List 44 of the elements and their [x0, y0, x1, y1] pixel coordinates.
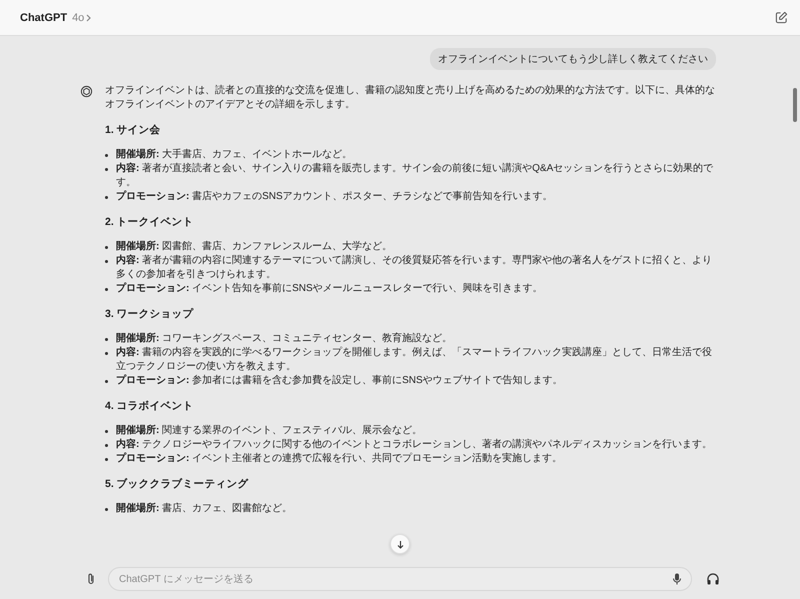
- bullet-icon: [105, 338, 108, 341]
- app-title: ChatGPT: [20, 12, 68, 24]
- bullet-text: プロモーション: イベント主催者との連携で広報を行い、共同でプロモーション活動を実施します。: [116, 452, 562, 466]
- bullet-icon: [105, 508, 108, 511]
- bullet-text: 開催場所: コワーキングスペース、コミュニティセンター、教育施設など。: [116, 332, 452, 346]
- bullet-text: 内容: 著者が書籍の内容に関連するテーマについて講演し、その後質疑応答を行います。専門家や他の著名人をゲストに招くと、より多くの参加者を引きつけられます。: [116, 254, 714, 282]
- bullet-icon: [105, 246, 108, 249]
- bullet-text: 内容: テクノロジーやライフハックに関する他のイベントとコラボレーションし、著者の講演やパネルディスカッションを行います。: [116, 438, 712, 452]
- bullet-text: プロモーション: イベント告知を事前にSNSやメールニュースレターで行い、興味を引きます。: [116, 282, 543, 296]
- bullet-text: 内容: 書籍の内容を実践的に学べるワークショップを開催します。例えば、「スマートライフハック実践講座」として、日常生活で役立つテクノロジーの使い方を教えます。: [116, 346, 714, 374]
- section-heading: 1. サイン会: [105, 123, 162, 137]
- bullet-text: プロモーション: 参加者には書籍を含む参加費を設定し、事前にSNSやウェブサイトで告知します。: [116, 374, 563, 388]
- section-heading: 3. ワークショップ: [105, 307, 195, 321]
- bullet-icon: [105, 352, 108, 355]
- bullet-icon: [105, 380, 108, 383]
- bullet-text: 開催場所: 図書館、書店、カンファレンスルーム、大学など。: [116, 240, 392, 254]
- bullet-icon: [105, 430, 108, 433]
- message-input[interactable]: ChatGPT にメッセージを送る: [108, 567, 692, 591]
- bullet-text: 開催場所: 関連する業界のイベント、フェスティバル、展示会など。: [116, 424, 422, 438]
- bullet-text: 開催場所: 書店、カフェ、図書館など。: [116, 502, 292, 516]
- bullet-icon: [105, 288, 108, 291]
- bullet-icon: [105, 458, 108, 461]
- bullet-text: プロモーション: 書店やカフェのSNSアカウント、ポスター、チラシなどで事前告知を行います。: [116, 190, 553, 204]
- chevron-icon: [86, 14, 92, 22]
- bullet-icon: [105, 444, 108, 447]
- assistant-logo-icon: [80, 85, 93, 98]
- response-intro: オフラインイベントは、読者との直接的な交流を促進し、書籍の認知度と売り上げを高めるための効果的な方法です。以下に、具体的なオフラインイベントのアイデアとその詳細を示します。: [105, 84, 715, 112]
- bullet-icon: [105, 154, 108, 157]
- user-message: オフラインイベントについてもう少し詳しく教えてください: [430, 48, 716, 70]
- section-heading: 2. トークイベント: [105, 215, 195, 229]
- bullet-icon: [105, 260, 108, 263]
- section-heading: 4. コラボイベント: [105, 399, 195, 413]
- bullet-icon: [105, 168, 108, 171]
- bullet-text: 開催場所: 大手書店、カフェ、イベントホールなど。: [116, 148, 352, 162]
- microphone-icon[interactable]: [672, 573, 682, 585]
- arrow-down-icon: [396, 540, 404, 548]
- scrollbar-thumb[interactable]: [793, 88, 797, 122]
- section-heading: 5. ブッククラブミーティング: [105, 477, 250, 491]
- bullet-text: 内容: 著者が直接読者と会い、サイン入りの書籍を販売します。サイン会の前後に短い講演やQ&Aセッションを行うとさらに効果的です。: [116, 162, 714, 190]
- bullet-icon: [105, 196, 108, 199]
- model-selector[interactable]: 4o: [72, 12, 92, 24]
- scroll-down-button[interactable]: [390, 534, 410, 554]
- headphones-icon[interactable]: [706, 572, 720, 586]
- new-chat-icon[interactable]: [775, 11, 788, 24]
